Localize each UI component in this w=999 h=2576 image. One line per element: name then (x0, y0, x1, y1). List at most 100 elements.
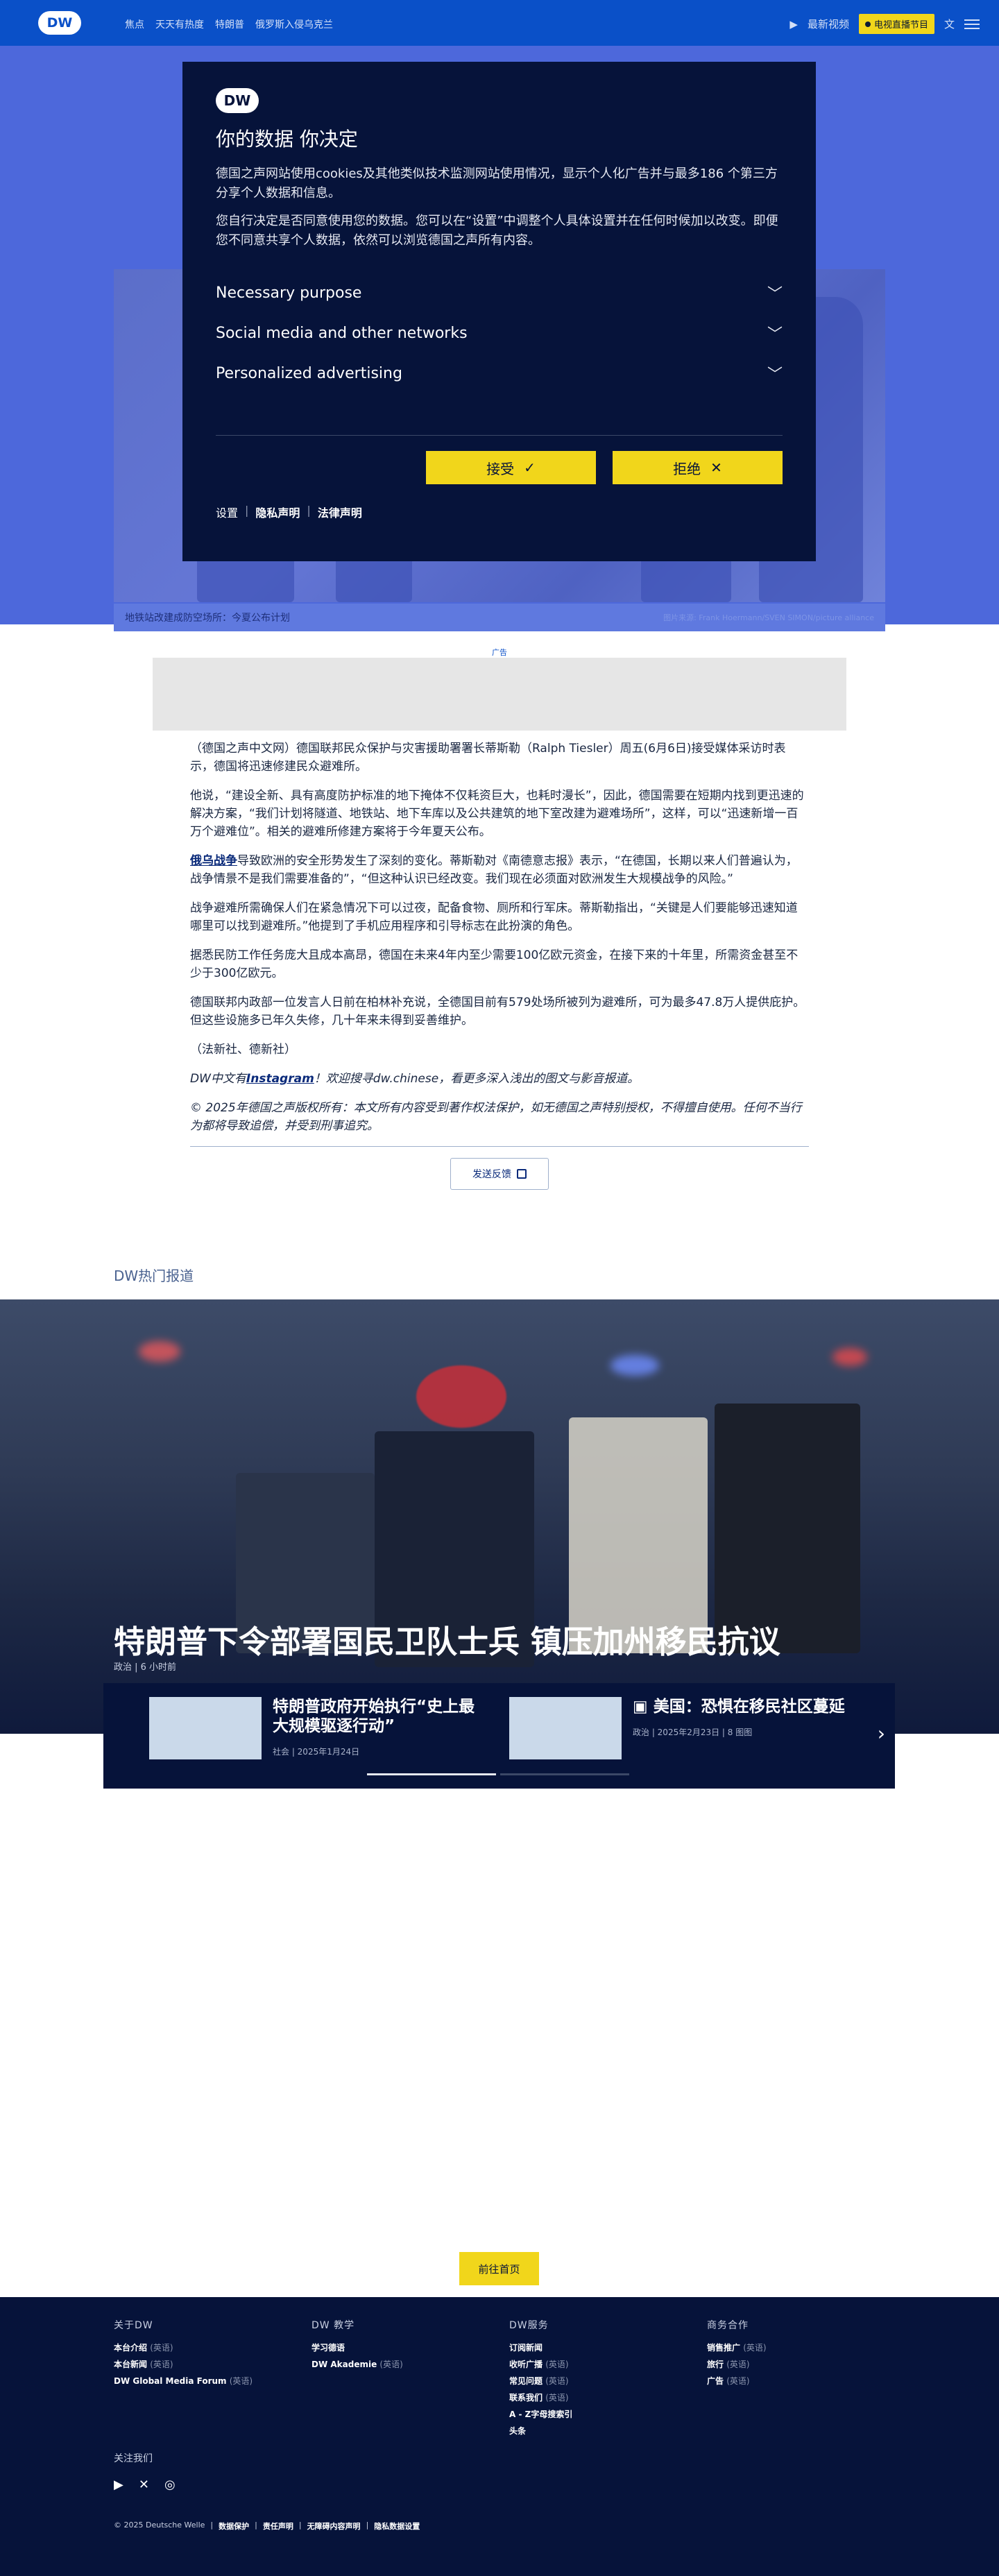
footer-col-business: 商务合作 销售推广 (英语) 旅行 (英语) 广告 (英语) (707, 2318, 901, 2391)
paragraph-text: 导致欧洲的安全形势发生了深刻的变化。蒂斯勒对《南德意志报》表示，“在德国，长期以… (190, 854, 798, 886)
instagram-link[interactable]: Instagram (246, 1072, 314, 1086)
footer-link[interactable]: 学习德语 (311, 2342, 506, 2353)
reject-button[interactable]: 拒绝 ✕ (613, 451, 783, 484)
consent-sections: Necessary purpose ﹀ Social media and othe… (216, 273, 783, 393)
promo-text: ！欢迎搜寻dw.chinese，看更多深入浅出的图文与影音报道。 (314, 1072, 640, 1086)
link-label: 订阅新闻 (509, 2343, 543, 2353)
link-lang: (英语) (379, 2360, 403, 2369)
link-lang: (英语) (726, 2376, 750, 2386)
card-meta: 社会 | 2025年1月24日 (273, 1747, 360, 1757)
youtube-icon[interactable]: ▶ (114, 2477, 123, 2492)
section-social-media[interactable]: Social media and other networks ﹀ (216, 313, 783, 353)
carousel-indicator[interactable] (367, 1773, 496, 1775)
footer-col-services: DW服务 订阅新闻 收听广播 (英语) 常见问题 (英语) 联系我们 (英语) … (509, 2318, 703, 2441)
footer-link[interactable]: 收听广播 (英语) (509, 2358, 703, 2370)
tv-program-button[interactable]: 电视直播节目 (858, 14, 934, 34)
follow-us-label: 关注我们 (114, 2453, 153, 2464)
data-protection-link[interactable]: 数据保护 (219, 2520, 249, 2532)
article-body: （德国之声中文网）德国联邦民众保护与灾害援助署署长蒂斯勒（Ralph Tiesl… (190, 740, 809, 1190)
promo-text: DW中文有 (190, 1072, 246, 1086)
link-label: 广告 (707, 2376, 724, 2386)
image-credit: 图片来源: Frank Hoermann/SVEN SIMON/picture … (663, 613, 874, 622)
hamburger-menu-icon[interactable] (964, 19, 980, 29)
footer-col-about: 关于DW 本台介绍 (英语) 本台新闻 (英语) DW Global Media… (114, 2318, 308, 2391)
link-label: 销售推广 (707, 2343, 741, 2353)
paragraph: 战争避难所需确保人们在紧急情况下可以过夜，配备食物、厕所和行军床。蒂斯勒指出，“… (190, 901, 798, 933)
language-icon[interactable]: 文 (944, 17, 955, 31)
x-twitter-icon[interactable]: ✕ (139, 2477, 149, 2492)
footer-link[interactable]: 旅行 (英语) (707, 2358, 901, 2370)
footer-link[interactable]: 联系我们 (英语) (509, 2391, 703, 2403)
section-label: Social media and other networks (216, 324, 468, 342)
dialog-links: 设置 | 隐私声明 | 法律声明 (216, 504, 783, 520)
footer-col-learning: DW 教学 学习德语 DW Akademie (英语) (311, 2318, 506, 2375)
social-links: ▶ ✕ ◎ (114, 2477, 176, 2492)
copyright-text: © 2025年德国之声版权所有：本文所有内容受到著作权法保护，如无德国之声特别授… (190, 1101, 802, 1133)
dialog-title: 你的数据 你决定 (216, 128, 358, 151)
footer-link[interactable]: DW Global Media Forum (英语) (114, 2375, 308, 2387)
link-label: 旅行 (707, 2360, 724, 2369)
paragraph: 德国联邦内政部一位发言人日前在柏林补充说，全德国目前有579处场所被列为避难所，… (190, 996, 805, 1027)
accessibility-link[interactable]: 无障碍内容声明 (307, 2520, 361, 2532)
related-carousel: 特朗普政府开始执行“史上最大规模驱逐行动” 社会 | 2025年1月24日 ▣ … (103, 1683, 895, 1789)
link-label: 本台介绍 (114, 2343, 148, 2353)
settings-link[interactable]: 设置 (216, 504, 238, 520)
carousel-indicators (367, 1773, 629, 1775)
link-lang: (英语) (743, 2343, 767, 2353)
link-lang: (英语) (726, 2360, 750, 2369)
nav-item[interactable]: 特朗普 (215, 17, 244, 31)
footer-link[interactable]: 本台介绍 (英语) (114, 2342, 308, 2353)
ad-label: 广告 (492, 648, 507, 657)
link-lang: (英语) (545, 2376, 569, 2386)
footer-link[interactable]: A - Z字母搜索引 (509, 2408, 703, 2420)
section-advertising[interactable]: Personalized advertising ﹀ (216, 353, 783, 393)
card-meta: 政治 | 2025年2月23日 | 8 图图 (633, 1728, 753, 1737)
link-lang: (英语) (545, 2360, 569, 2369)
feature-headline[interactable]: 特朗普下令部署国民卫队士兵 镇压加州移民抗议 (114, 1617, 780, 1662)
section-necessary[interactable]: Necessary purpose ﹀ (216, 273, 783, 313)
hot-section-title: DW热门报道 (114, 1268, 194, 1284)
carousel-card[interactable]: ▣ 美国：恐惧在移民社区蔓延 政治 | 2025年2月23日 | 8 图图 (509, 1697, 855, 1766)
dw-logo[interactable]: DW (38, 11, 81, 35)
privacy-link[interactable]: 隐私声明 (255, 504, 300, 520)
link-label: 联系我们 (509, 2393, 543, 2403)
topic-link[interactable]: 俄乌战争 (190, 854, 237, 868)
copyright-note: © 2025年德国之声版权所有：本文所有内容受到著作权法保护，如无德国之声特别授… (190, 1099, 809, 1135)
carousel-card[interactable]: 特朗普政府开始执行“史上最大规模驱逐行动” 社会 | 2025年1月24日 (149, 1697, 481, 1766)
carousel-indicator[interactable] (500, 1773, 629, 1775)
footer-link[interactable]: DW Akademie (英语) (311, 2358, 506, 2370)
accept-button[interactable]: 接受 ✓ (426, 451, 596, 484)
footer-link[interactable]: 订阅新闻 (509, 2342, 703, 2353)
separator: | (210, 2520, 214, 2530)
legal-link[interactable]: 法律声明 (318, 504, 362, 520)
paragraph: 据悉民防工作任务庞大且成本高昂，德国在未来4年内至少需要100亿欧元资金，在接下… (190, 948, 799, 980)
latest-video-link[interactable]: 最新视频 (808, 17, 849, 31)
card-title: 特朗普政府开始执行“史上最大规模驱逐行动” (273, 1698, 475, 1735)
nav-item[interactable]: 天天有热度 (155, 17, 204, 31)
card-title-text: 美国：恐惧在移民社区蔓延 (653, 1698, 845, 1716)
nav-item[interactable]: 俄罗斯入侵乌克兰 (255, 17, 333, 31)
footer-link[interactable]: 头条 (509, 2425, 703, 2437)
hero-caption: 地铁站改建成防空场所：今夏公布计划 图片来源: Frank Hoermann/S… (114, 604, 885, 631)
privacy-settings-link[interactable]: 隐私数据设置 (374, 2520, 420, 2532)
link-label: 头条 (509, 2426, 527, 2436)
link-label: 收听广播 (509, 2360, 543, 2369)
consent-buttons: 接受 ✓ 拒绝 ✕ (216, 451, 783, 484)
link-label: 本台新闻 (114, 2360, 148, 2369)
chevron-right-icon[interactable]: › (878, 1722, 885, 1745)
footer-link[interactable]: 本台新闻 (英语) (114, 2358, 308, 2370)
instagram-icon[interactable]: ◎ (164, 2477, 176, 2492)
ad-slot[interactable] (153, 658, 846, 731)
disclaimer-link[interactable]: 责任声明 (263, 2520, 293, 2532)
feedback-button[interactable]: 发送反馈 (450, 1158, 549, 1190)
card-thumbnail (149, 1697, 262, 1759)
footer-link[interactable]: 常见问题 (英语) (509, 2375, 703, 2387)
nav-item[interactable]: 焦点 (125, 17, 144, 31)
footer-link[interactable]: 广告 (英语) (707, 2375, 901, 2387)
go-home-button[interactable]: 前往首页 (459, 2252, 539, 2285)
dialog-text: 您自行决定是否同意使用您的数据。您可以在“设置”中调整个人具体设置并在任何时候加… (216, 214, 778, 248)
paragraph: DW中文有Instagram！欢迎搜寻dw.chinese，看更多深入浅出的图文… (190, 1070, 809, 1088)
cookie-consent-dialog: DW 你的数据 你决定 德国之声网站使用cookies及其他类似技术监测网站使用… (182, 62, 816, 561)
feedback-label: 发送反馈 (472, 1168, 511, 1179)
footer-link[interactable]: 销售推广 (英语) (707, 2342, 901, 2353)
